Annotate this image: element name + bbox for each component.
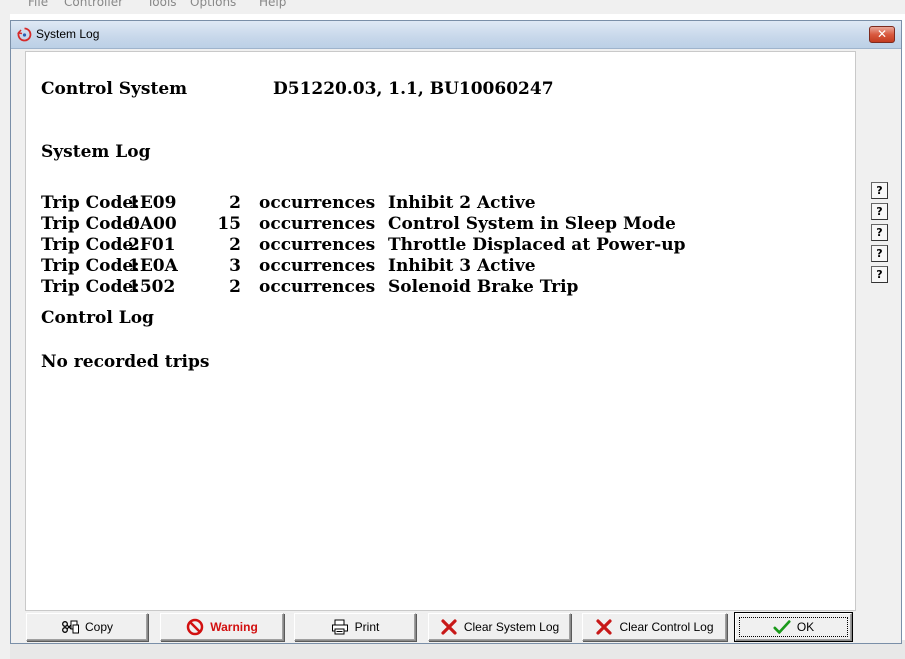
trip-count: 2 — [229, 193, 241, 213]
trip-description: Throttle Displaced at Power-up — [388, 235, 686, 255]
trip-code-value: 2F01 — [128, 235, 176, 255]
clear-control-log-label: Clear Control Log — [619, 620, 714, 634]
warning-button[interactable]: Warning — [160, 613, 284, 641]
trip-description: Inhibit 2 Active — [388, 193, 536, 213]
menu-options[interactable]: Options — [190, 0, 236, 9]
printer-icon — [331, 618, 349, 636]
menu-file[interactable]: File — [28, 0, 48, 9]
background-window-edge — [0, 14, 10, 659]
ok-button[interactable]: OK — [734, 612, 853, 642]
trip-code-label: Trip Code: — [41, 214, 140, 234]
copy-label: Copy — [84, 620, 113, 634]
menu-controller[interactable]: Controller — [64, 0, 123, 9]
print-button[interactable]: Print — [294, 613, 416, 641]
help-button[interactable]: ? — [871, 203, 888, 220]
system-log-heading: System Log — [41, 142, 151, 162]
clear-system-log-label: Clear System Log — [463, 620, 560, 634]
occurrences-label: occurrences — [259, 214, 376, 234]
background-menu-bar: File Controller Tools Options Help — [0, 0, 905, 14]
trip-count: 15 — [217, 214, 241, 234]
warning-label: Warning — [210, 620, 258, 634]
close-icon: ✕ — [876, 27, 888, 41]
menu-help[interactable]: Help — [259, 0, 286, 9]
help-button[interactable]: ? — [871, 182, 888, 199]
control-system-label: Control System — [41, 79, 188, 99]
trip-code-label: Trip Code: — [41, 193, 140, 213]
close-button[interactable]: ✕ — [869, 26, 895, 43]
trip-code-value: 1E09 — [128, 193, 177, 213]
menu-tools[interactable]: Tools — [147, 0, 177, 9]
trip-count: 2 — [229, 277, 241, 297]
window-title: System Log — [36, 27, 100, 41]
clear-x-icon — [440, 618, 458, 636]
help-button[interactable]: ? — [871, 266, 888, 283]
control-system-line: Control System D51220.03, 1.1, BU1006024… — [41, 79, 554, 99]
help-button[interactable]: ? — [871, 224, 888, 241]
copy-icon — [61, 618, 79, 636]
clear-control-log-button[interactable]: Clear Control Log — [582, 613, 727, 641]
app-logo-icon — [17, 27, 32, 42]
system-log-dialog: System Log ✕ Control System D51220.03, 1… — [10, 20, 902, 644]
occurrences-label: occurrences — [259, 277, 376, 297]
copy-button[interactable]: Copy — [26, 613, 148, 641]
warning-prohibited-icon — [186, 618, 204, 636]
button-bar: Copy Warning Print Clear System Log Clea… — [26, 612, 856, 642]
control-log-status: No recorded trips — [41, 352, 210, 372]
help-button[interactable]: ? — [871, 245, 888, 262]
clear-system-log-button[interactable]: Clear System Log — [428, 613, 571, 641]
trip-description: Inhibit 3 Active — [388, 256, 536, 276]
control-log-heading: Control Log — [41, 308, 154, 328]
trip-count: 2 — [229, 235, 241, 255]
control-system-value: D51220.03, 1.1, BU10060247 — [273, 79, 554, 99]
occurrences-label: occurrences — [259, 235, 376, 255]
trip-count: 3 — [229, 256, 241, 276]
trip-code-label: Trip Code: — [41, 256, 140, 276]
trip-code-value: 0A00 — [128, 214, 177, 234]
trip-description: Control System in Sleep Mode — [388, 214, 676, 234]
print-label: Print — [354, 620, 380, 634]
trip-code-label: Trip Code: — [41, 235, 140, 255]
log-text-panel: Control System D51220.03, 1.1, BU1006024… — [25, 51, 856, 611]
occurrences-label: occurrences — [259, 256, 376, 276]
focus-rectangle — [739, 617, 848, 637]
title-bar[interactable]: System Log ✕ — [11, 21, 901, 49]
trip-code-label: Trip Code: — [41, 277, 140, 297]
clear-x-icon — [595, 618, 613, 636]
trip-description: Solenoid Brake Trip — [388, 277, 579, 297]
trip-code-value: 1502 — [128, 277, 176, 297]
occurrences-label: occurrences — [259, 193, 376, 213]
trip-code-value: 1E0A — [128, 256, 178, 276]
